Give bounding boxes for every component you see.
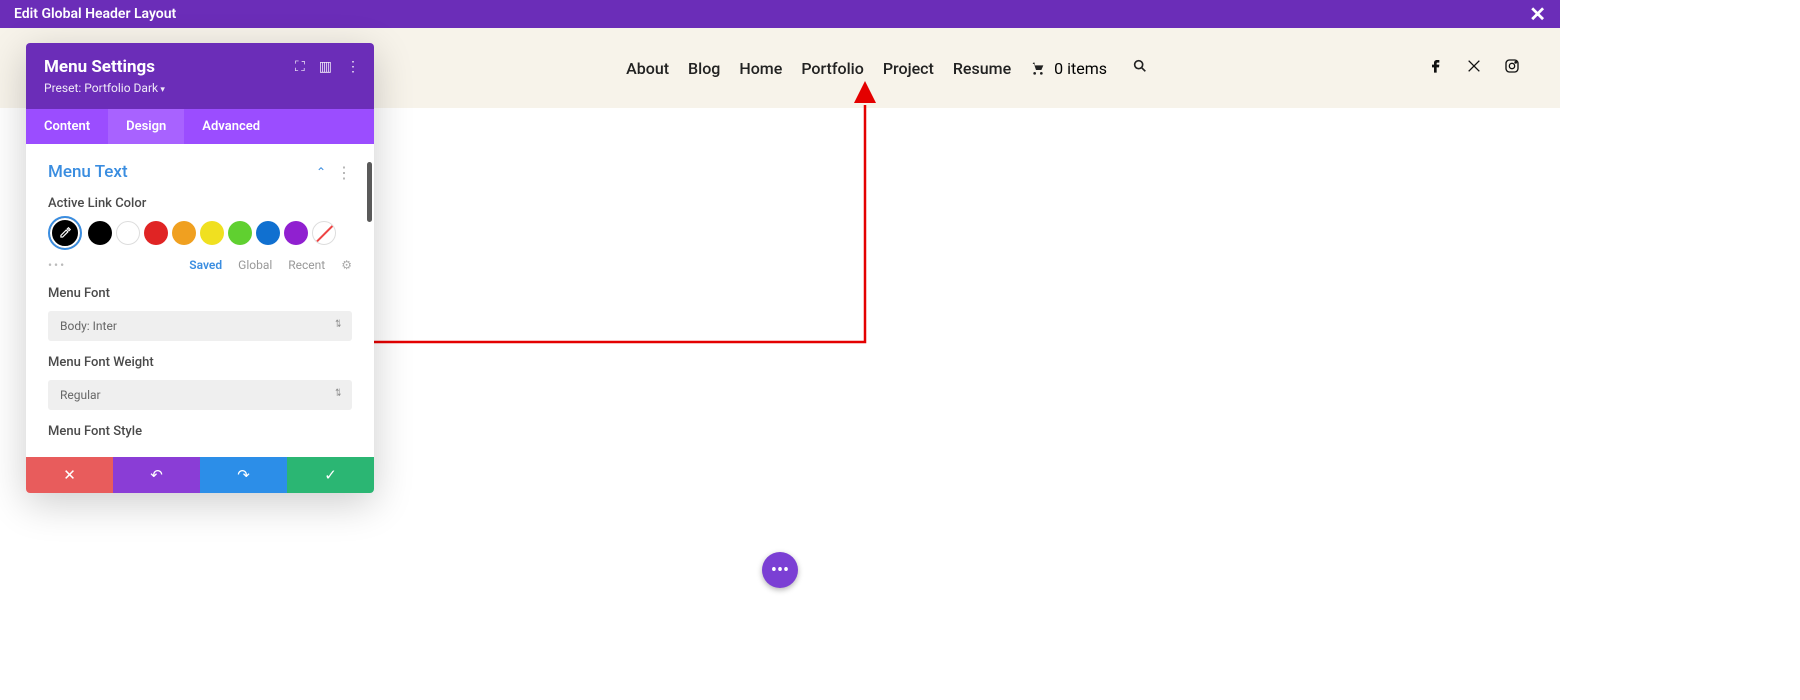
- panel-footer: ✕ ↶ ↷ ✓: [26, 457, 374, 493]
- topbar-title: Edit Global Header Layout: [14, 6, 176, 22]
- close-icon[interactable]: ✕: [1529, 2, 1546, 26]
- cart-label: 0 items: [1054, 59, 1107, 78]
- fab-button[interactable]: •••: [762, 552, 798, 588]
- tab-advanced[interactable]: Advanced: [184, 109, 278, 144]
- undo-button[interactable]: ↶: [113, 457, 200, 493]
- menu-font-weight-select[interactable]: Regular: [48, 380, 352, 410]
- facebook-icon[interactable]: [1428, 58, 1444, 78]
- eyedropper-icon: [58, 226, 72, 240]
- swatch-green[interactable]: [228, 221, 252, 245]
- cart-icon: [1030, 60, 1046, 76]
- swatch-orange[interactable]: [172, 221, 196, 245]
- palette-more-icon[interactable]: •••: [48, 258, 66, 272]
- nav-blog[interactable]: Blog: [688, 59, 720, 78]
- social-icons: [1428, 58, 1520, 78]
- active-link-color-label: Active Link Color: [48, 196, 352, 211]
- section-title[interactable]: Menu Text: [48, 162, 128, 182]
- dots-icon: •••: [771, 560, 789, 581]
- swatch-blue[interactable]: [256, 221, 280, 245]
- main-nav: About Blog Home Portfolio Project Resume…: [626, 58, 1148, 78]
- nav-resume[interactable]: Resume: [953, 59, 1011, 78]
- swatch-purple[interactable]: [284, 221, 308, 245]
- gear-icon[interactable]: ⚙: [341, 258, 352, 272]
- scrollbar[interactable]: [367, 162, 372, 222]
- more-icon[interactable]: ⋮: [346, 59, 360, 75]
- cart-link[interactable]: 0 items: [1030, 59, 1107, 78]
- menu-settings-panel: Menu Settings Preset: Portfolio Dark ⛶ ▥…: [26, 43, 374, 493]
- palette-tab-global[interactable]: Global: [238, 258, 272, 272]
- panel-header: Menu Settings Preset: Portfolio Dark ⛶ ▥…: [26, 43, 374, 109]
- swatch-none[interactable]: [312, 221, 336, 245]
- menu-font-weight-label: Menu Font Weight: [48, 355, 352, 370]
- expand-icon[interactable]: ⛶: [295, 59, 305, 75]
- redo-button[interactable]: ↷: [200, 457, 287, 493]
- search-icon: [1132, 58, 1148, 74]
- swatch-white[interactable]: [116, 221, 140, 245]
- menu-font-style-label: Menu Font Style: [48, 424, 352, 439]
- menu-font-label: Menu Font: [48, 286, 352, 301]
- panel-tabs: Content Design Advanced: [26, 109, 374, 144]
- save-button[interactable]: ✓: [287, 457, 374, 493]
- nav-about[interactable]: About: [626, 59, 669, 78]
- global-header-topbar: Edit Global Header Layout ✕: [0, 0, 1560, 28]
- swatch-yellow[interactable]: [200, 221, 224, 245]
- cancel-button[interactable]: ✕: [26, 457, 113, 493]
- palette-tab-saved[interactable]: Saved: [189, 258, 222, 272]
- palette-tab-recent[interactable]: Recent: [288, 258, 325, 272]
- x-twitter-icon[interactable]: [1466, 58, 1482, 78]
- annotation-arrow: [340, 75, 880, 355]
- nav-portfolio[interactable]: Portfolio: [801, 59, 864, 78]
- instagram-icon[interactable]: [1504, 58, 1520, 78]
- tab-design[interactable]: Design: [108, 109, 184, 144]
- color-swatches: [48, 221, 352, 250]
- preset-selector[interactable]: Preset: Portfolio Dark: [44, 81, 356, 95]
- nav-project[interactable]: Project: [883, 59, 934, 78]
- swatch-selected[interactable]: [48, 216, 82, 250]
- nav-home[interactable]: Home: [739, 59, 782, 78]
- section-more-icon[interactable]: ⋮: [336, 163, 352, 182]
- palette-tabs: ••• Saved Global Recent ⚙: [48, 258, 352, 272]
- tab-content[interactable]: Content: [26, 109, 108, 144]
- columns-icon[interactable]: ▥: [319, 59, 332, 75]
- swatch-black[interactable]: [88, 221, 112, 245]
- panel-body: Menu Text ⌃ ⋮ Active Link Color ••• Save…: [26, 144, 374, 457]
- swatch-red[interactable]: [144, 221, 168, 245]
- search-button[interactable]: [1132, 58, 1148, 78]
- collapse-icon[interactable]: ⌃: [316, 165, 326, 179]
- menu-font-select[interactable]: Body: Inter: [48, 311, 352, 341]
